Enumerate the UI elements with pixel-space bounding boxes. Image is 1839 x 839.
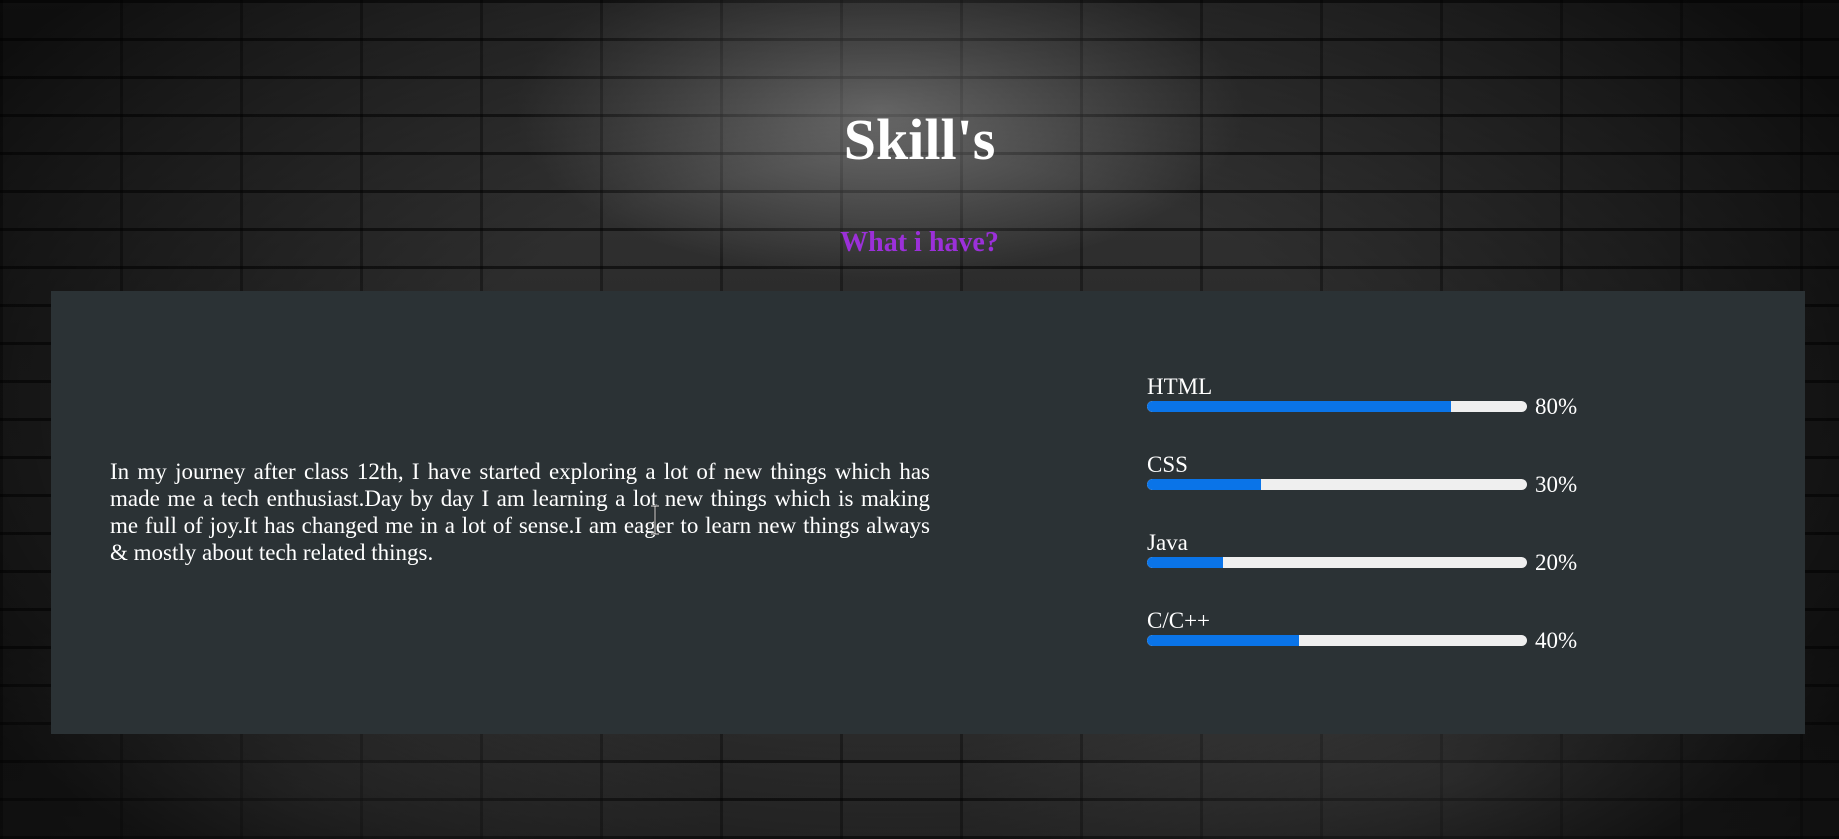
skill-progress-bar	[1147, 401, 1527, 412]
skill-percent: 20%	[1535, 550, 1578, 575]
text-cursor-icon	[651, 505, 659, 535]
skill-name: CSS	[1147, 452, 1188, 477]
skill-progress-fill	[1147, 479, 1261, 490]
skill-item-c-cpp: C/C++ 40%	[1147, 607, 1647, 685]
skill-item-java: Java 20%	[1147, 529, 1647, 607]
skill-progress-fill	[1147, 401, 1451, 412]
skill-name: HTML	[1147, 374, 1213, 399]
skill-item-css: CSS 30%	[1147, 451, 1647, 529]
page-title: Skill's	[843, 107, 996, 172]
skill-percent: 40%	[1535, 628, 1578, 653]
skill-item-html: HTML 80%	[1147, 373, 1647, 451]
skills-list: HTML 80% CSS 30% Java 20% C/C++ 40%	[1147, 373, 1647, 685]
skill-name: C/C++	[1147, 608, 1211, 633]
skill-progress-bar	[1147, 479, 1527, 490]
skill-name: Java	[1147, 530, 1188, 555]
skill-percent: 30%	[1535, 472, 1578, 497]
skill-progress-fill	[1147, 635, 1299, 646]
skills-panel: In my journey after class 12th, I have s…	[51, 291, 1805, 734]
about-paragraph: In my journey after class 12th, I have s…	[110, 459, 930, 565]
skill-progress-bar	[1147, 557, 1527, 568]
page-subtitle: What i have?	[840, 227, 999, 258]
skill-progress-bar	[1147, 635, 1527, 646]
skill-percent: 80%	[1535, 394, 1578, 419]
skill-progress-fill	[1147, 557, 1223, 568]
